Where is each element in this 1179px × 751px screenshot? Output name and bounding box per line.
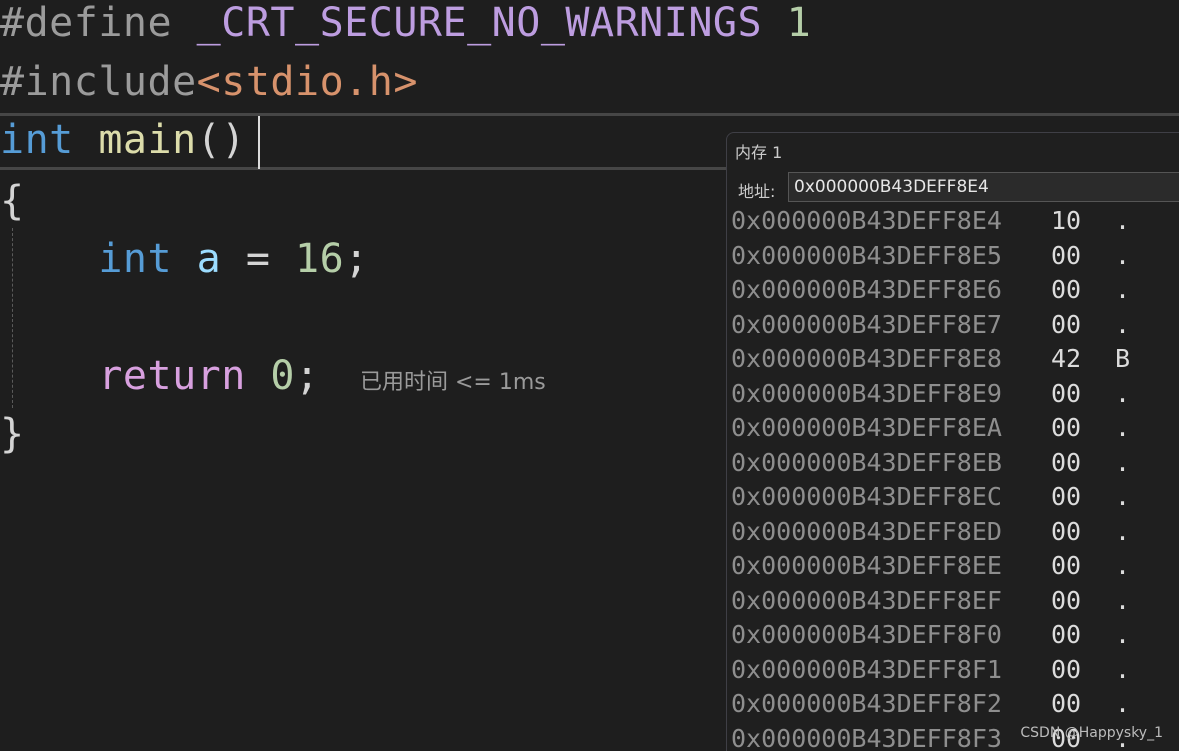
memory-address: 0x000000B43DEFF8E5 bbox=[731, 240, 1002, 270]
function-name: main bbox=[98, 117, 197, 163]
memory-address: 0x000000B43DEFF8F1 bbox=[731, 654, 1002, 684]
memory-char: . bbox=[1115, 551, 1131, 580]
preprocessor-directive: #include bbox=[0, 59, 197, 105]
address-label: 地址: bbox=[738, 182, 776, 201]
memory-address: 0x000000B43DEFF8E4 bbox=[731, 206, 1002, 235]
memory-char: . bbox=[1115, 206, 1131, 235]
code-line-3[interactable]: int main() bbox=[0, 111, 246, 169]
function-parens: () bbox=[196, 117, 246, 163]
memory-row[interactable]: 0x000000B43DEFF8EC 00. bbox=[727, 480, 1179, 515]
text-caret bbox=[258, 116, 260, 169]
code-line-5[interactable]: int a = 16; bbox=[0, 230, 369, 288]
memory-address: 0x000000B43DEFF8EC bbox=[731, 482, 1002, 511]
number-literal: 16 bbox=[295, 236, 345, 282]
memory-address: 0x000000B43DEFF8EE bbox=[731, 551, 1002, 580]
memory-byte[interactable]: 00 bbox=[1051, 411, 1081, 445]
memory-char: . bbox=[1115, 413, 1131, 442]
code-line-7[interactable]: return 0; bbox=[0, 347, 320, 405]
memory-row[interactable]: 0x000000B43DEFF8EF 00. bbox=[727, 584, 1179, 619]
memory-address: 0x000000B43DEFF8EB bbox=[731, 447, 1002, 477]
code-line-1[interactable]: #define _CRT_SECURE_NO_WARNINGS 1 bbox=[0, 0, 811, 52]
include-header: <stdio.h> bbox=[196, 59, 418, 105]
preprocessor-directive: #define bbox=[0, 0, 173, 46]
macro-name: _CRT_SECURE_NO_WARNINGS bbox=[196, 0, 763, 46]
memory-char: . bbox=[1115, 482, 1131, 511]
code-line-4[interactable]: { bbox=[0, 172, 25, 230]
code-line-2[interactable]: #include<stdio.h> bbox=[0, 53, 418, 111]
macro-value: 1 bbox=[786, 0, 812, 46]
return-keyword: return bbox=[98, 353, 246, 399]
memory-char: . bbox=[1115, 585, 1131, 615]
memory-row[interactable]: 0x000000B43DEFF8EB 00. bbox=[727, 446, 1179, 481]
memory-row[interactable]: 0x000000B43DEFF8E8 42 B bbox=[727, 342, 1179, 377]
memory-address: 0x000000B43DEFF8F0 bbox=[731, 620, 1002, 649]
memory-char: . bbox=[1115, 240, 1131, 270]
memory-byte[interactable]: 00 bbox=[1051, 480, 1081, 514]
memory-char: . bbox=[1115, 447, 1131, 477]
address-input[interactable]: 0x000000B43DEFF8E4 bbox=[788, 172, 1179, 202]
memory-address: 0x000000B43DEFF8EF bbox=[731, 585, 1002, 615]
semicolon: ; bbox=[295, 353, 320, 399]
close-brace: } bbox=[0, 411, 25, 457]
number-literal: 0 bbox=[270, 353, 296, 399]
memory-byte[interactable]: 10 bbox=[1051, 204, 1081, 238]
memory-row[interactable]: 0x000000B43DEFF8E5 00. bbox=[727, 239, 1179, 274]
memory-char: B bbox=[1115, 344, 1131, 373]
memory-row[interactable]: 0x000000B43DEFF8F2 00. bbox=[727, 687, 1179, 722]
memory-char: . bbox=[1115, 654, 1131, 684]
memory-byte[interactable]: 00 bbox=[1051, 239, 1081, 273]
memory-address: 0x000000B43DEFF8ED bbox=[731, 516, 1002, 546]
memory-address: 0x000000B43DEFF8E8 bbox=[731, 344, 1002, 373]
memory-address: 0x000000B43DEFF8E7 bbox=[731, 309, 1002, 339]
memory-byte[interactable]: 00 bbox=[1051, 308, 1081, 342]
memory-char: . bbox=[1115, 275, 1131, 304]
indent-guide bbox=[12, 228, 13, 408]
screen: #define _CRT_SECURE_NO_WARNINGS 1 #inclu… bbox=[0, 0, 1179, 751]
memory-window-title: 内存 1 bbox=[735, 143, 783, 162]
memory-byte[interactable]: 00 bbox=[1051, 653, 1081, 687]
memory-byte[interactable]: 00 bbox=[1051, 584, 1081, 618]
memory-byte[interactable]: 00 bbox=[1051, 687, 1081, 721]
memory-byte[interactable]: 00 bbox=[1051, 618, 1081, 652]
memory-char: . bbox=[1115, 378, 1131, 408]
memory-char: . bbox=[1115, 620, 1131, 649]
memory-address: 0x000000B43DEFF8F2 bbox=[731, 689, 1002, 718]
memory-row[interactable]: 0x000000B43DEFF8EE 00. bbox=[727, 549, 1179, 584]
type-keyword: int bbox=[98, 236, 173, 282]
return-type-keyword: int bbox=[0, 117, 74, 163]
memory-row[interactable]: 0x000000B43DEFF8F1 00. bbox=[727, 653, 1179, 688]
memory-byte[interactable]: 42 bbox=[1051, 342, 1081, 376]
variable-name: a bbox=[196, 236, 222, 282]
memory-address: 0x000000B43DEFF8E9 bbox=[731, 378, 1002, 408]
memory-byte[interactable]: 00 bbox=[1051, 446, 1081, 480]
memory-rows: 0x000000B43DEFF8E4 10. 0x000000B43DEFF8E5… bbox=[727, 204, 1179, 751]
memory-address: 0x000000B43DEFF8E6 bbox=[731, 275, 1002, 304]
code-line-8[interactable]: } bbox=[0, 405, 25, 463]
memory-row[interactable]: 0x000000B43DEFF8ED 00. bbox=[727, 515, 1179, 550]
memory-row[interactable]: 0x000000B43DEFF8E6 00. bbox=[727, 273, 1179, 308]
memory-char: . bbox=[1115, 689, 1131, 718]
elapsed-time-hint: 已用时间 <= 1ms bbox=[360, 370, 546, 395]
memory-row[interactable]: 0x000000B43DEFF8E7 00. bbox=[727, 308, 1179, 343]
memory-byte[interactable]: 00 bbox=[1051, 549, 1081, 583]
memory-byte[interactable]: 00 bbox=[1051, 515, 1081, 549]
semicolon: ; bbox=[344, 236, 369, 282]
open-brace: { bbox=[0, 178, 25, 224]
watermark: CSDN @Happysky_1 bbox=[1020, 725, 1163, 741]
memory-address: 0x000000B43DEFF8EA bbox=[731, 413, 1002, 442]
memory-address: 0x000000B43DEFF8F3 bbox=[731, 723, 1002, 751]
memory-row[interactable]: 0x000000B43DEFF8EA 00. bbox=[727, 411, 1179, 446]
memory-row[interactable]: 0x000000B43DEFF8F0 00. bbox=[727, 618, 1179, 653]
memory-row[interactable]: 0x000000B43DEFF8E9 00. bbox=[727, 377, 1179, 412]
memory-char: . bbox=[1115, 309, 1131, 339]
memory-byte[interactable]: 00 bbox=[1051, 273, 1081, 307]
assign-operator: = bbox=[245, 236, 271, 282]
memory-char: . bbox=[1115, 516, 1131, 546]
memory-window[interactable]: 内存 1 地址: 0x000000B43DEFF8E4 0x000000B43D… bbox=[726, 132, 1179, 751]
memory-row[interactable]: 0x000000B43DEFF8E4 10. bbox=[727, 204, 1179, 239]
memory-byte[interactable]: 00 bbox=[1051, 377, 1081, 411]
